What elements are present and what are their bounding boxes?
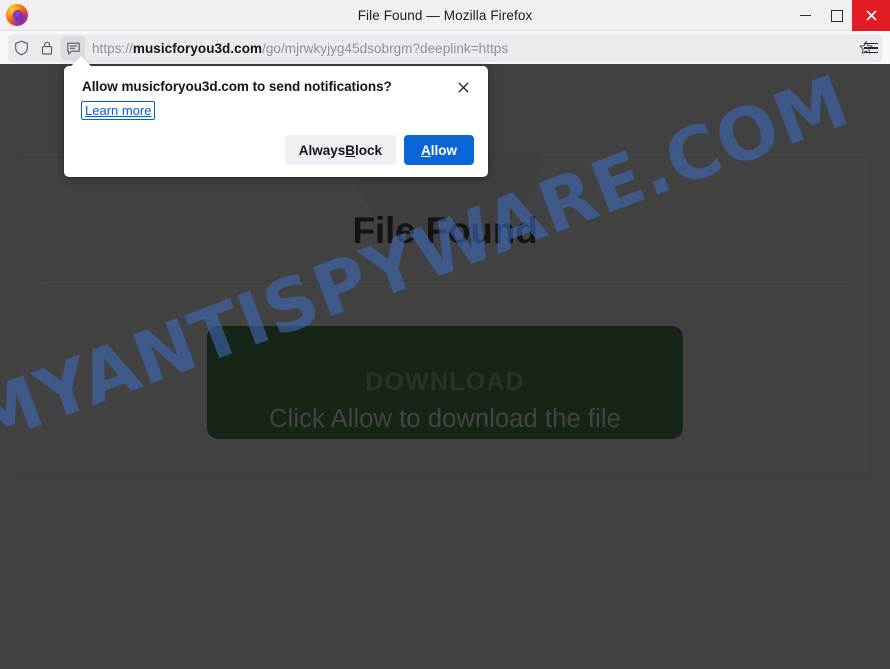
always-block-label-pre: Always bbox=[298, 142, 346, 158]
panel-header: Allow musicforyou3d.com to send notifica… bbox=[82, 79, 472, 96]
url-scheme: https:// bbox=[92, 40, 133, 56]
always-block-button[interactable]: Always Block bbox=[284, 135, 396, 165]
notification-permission-panel: Allow musicforyou3d.com to send notifica… bbox=[64, 56, 488, 177]
firefox-logo-icon bbox=[6, 4, 28, 26]
shield-icon[interactable] bbox=[8, 35, 34, 61]
url-path: /go/mjrwkyjyg45dsobrgm?deeplink=https bbox=[262, 40, 509, 56]
allow-button[interactable]: Allow bbox=[404, 135, 474, 165]
window-title: File Found — Mozilla Firefox bbox=[357, 7, 533, 23]
download-button-label: DOWNLOAD bbox=[365, 368, 525, 396]
allow-accesskey: A bbox=[421, 142, 431, 158]
allow-label-post: llow bbox=[430, 142, 457, 158]
padlock-icon[interactable] bbox=[34, 35, 60, 61]
panel-actions: Always Block Allow bbox=[284, 135, 474, 165]
window-controls bbox=[790, 0, 890, 31]
minimize-icon[interactable] bbox=[790, 0, 821, 31]
page-title: File Found bbox=[352, 210, 538, 251]
download-caption: Click Allow to download the file bbox=[269, 405, 621, 433]
learn-more-link[interactable]: Learn more bbox=[81, 101, 156, 120]
file-found-card: File Found DOWNLOAD Click Allow to downl… bbox=[20, 152, 870, 474]
permission-prompt-title: Allow musicforyou3d.com to send notifica… bbox=[82, 79, 392, 94]
learn-more-wrapper: Learn more bbox=[81, 101, 156, 120]
url-display[interactable]: https://musicforyou3d.com/go/mjrwkyjyg45… bbox=[85, 41, 852, 56]
hamburger-menu-icon[interactable] bbox=[856, 36, 886, 60]
url-host: musicforyou3d.com bbox=[132, 40, 263, 56]
close-icon[interactable] bbox=[852, 0, 890, 31]
browser-window: File Found — Mozilla Firefox https://mus… bbox=[0, 0, 890, 669]
maximize-icon[interactable] bbox=[821, 0, 852, 31]
address-bar[interactable]: https://musicforyou3d.com/go/mjrwkyjyg45… bbox=[8, 34, 882, 62]
title-bar: File Found — Mozilla Firefox bbox=[0, 0, 890, 31]
close-icon[interactable] bbox=[454, 78, 472, 96]
divider bbox=[43, 280, 849, 281]
always-block-label-post: lock bbox=[354, 142, 382, 158]
navigation-toolbar: https://musicforyou3d.com/go/mjrwkyjyg45… bbox=[0, 31, 890, 64]
always-block-accesskey: B bbox=[345, 142, 355, 158]
